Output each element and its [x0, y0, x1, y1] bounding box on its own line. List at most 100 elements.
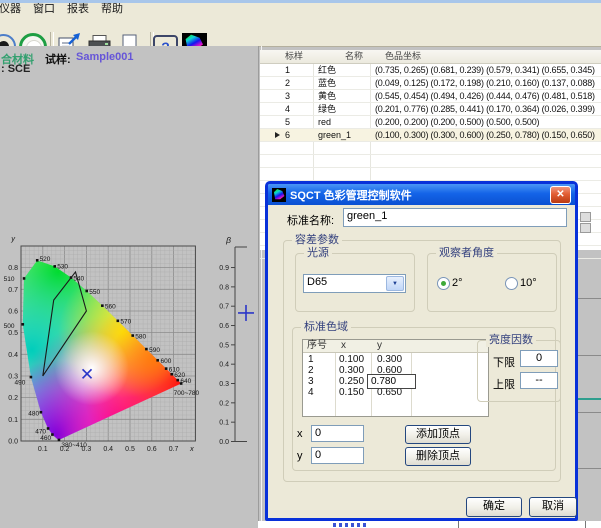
empty-row[interactable]	[260, 142, 601, 155]
observer-10deg-label: 10°	[520, 277, 537, 289]
empty-row[interactable]	[260, 155, 601, 168]
svg-text:0.5: 0.5	[125, 446, 135, 453]
info-bar: 合材料 试样: Sample001 : SCE	[0, 46, 258, 76]
standard-row-黄色[interactable]: 3 黄色 (0.545, 0.454) (0.494, 0.426) (0.444,…	[260, 90, 601, 103]
sqct-dialog: SQCT 色彩管理控制软件 ✕ 标准名称: green_1 容差参数 光源 D6…	[265, 181, 578, 521]
svg-text:590: 590	[149, 347, 160, 354]
gamut-vertex-table[interactable]: 序号 x y 10.1000.30020.3000.60030.25040.15…	[302, 339, 489, 417]
luminance-group-label: 亮度因数	[486, 334, 536, 347]
upper-limit-input[interactable]: --	[520, 372, 558, 389]
svg-text:0.4: 0.4	[8, 352, 18, 359]
sample-name: Sample001	[76, 51, 133, 63]
row-coords: (0.545, 0.454) (0.494, 0.426) (0.444, 0.…	[375, 90, 595, 102]
menu-item-report[interactable]: 报表	[61, 3, 95, 15]
gamut-cell: 0.300	[339, 365, 364, 376]
gamut-group-label: 标准色域	[301, 321, 351, 334]
svg-text:580: 580	[135, 333, 146, 340]
gamut-cell: 0.300	[377, 354, 402, 365]
mode-label: : SCE	[1, 63, 30, 75]
row-id: 6	[285, 129, 290, 141]
background-fragment	[580, 212, 591, 222]
gamut-row[interactable]: 10.1000.300	[303, 354, 488, 365]
dialog-title: SQCT 色彩管理控制软件	[290, 187, 412, 203]
vertex-x-input[interactable]: 0	[311, 425, 364, 442]
svg-text:570: 570	[120, 319, 131, 326]
gamut-cell: 0.250	[339, 376, 364, 387]
standards-table-header: 标样 名称 色品坐标	[260, 50, 601, 64]
gamut-cell: 4	[308, 387, 314, 398]
header-index: 序号	[307, 340, 327, 352]
svg-text:0.6: 0.6	[219, 323, 229, 330]
close-icon[interactable]: ✕	[550, 186, 571, 204]
header-name: 名称	[345, 50, 363, 63]
svg-text:520: 520	[40, 256, 51, 263]
svg-text:0.3: 0.3	[82, 446, 92, 453]
lower-limit-label: 下限	[493, 354, 515, 370]
observer-2deg-label: 2°	[452, 277, 463, 289]
svg-text:0.5: 0.5	[8, 330, 18, 337]
header-coords: 色品坐标	[385, 50, 421, 63]
light-source-select[interactable]: D65 ▼	[303, 274, 406, 293]
gamut-cell: 0.150	[339, 387, 364, 398]
standard-row-green_1[interactable]: 6green_1(0.100, 0.300) (0.300, 0.600) (0…	[260, 129, 601, 142]
svg-text:0.1: 0.1	[38, 446, 48, 453]
svg-text:0.1: 0.1	[8, 417, 18, 424]
gamut-cell: 2	[308, 365, 314, 376]
row-id: 3	[285, 90, 290, 102]
svg-text:600: 600	[161, 358, 172, 365]
row-coords: (0.735, 0.265) (0.681, 0.239) (0.579, 0.…	[375, 64, 595, 76]
row-name: 红色	[318, 64, 336, 76]
svg-text:0.7: 0.7	[219, 304, 229, 311]
row-name: 黄色	[318, 90, 336, 102]
ok-button[interactable]: 确定	[466, 497, 522, 517]
menu-item-help[interactable]: 帮助	[95, 3, 129, 15]
header-x: x	[341, 340, 346, 352]
lower-limit-input[interactable]: 0	[520, 350, 558, 367]
background-table-row	[258, 521, 601, 528]
row-id: 4	[285, 103, 290, 115]
row-name: 蓝色	[318, 77, 336, 89]
selected-row-marker	[275, 132, 280, 138]
svg-text:0.8: 0.8	[8, 265, 18, 272]
row-name: green_1	[318, 129, 351, 141]
delete-vertex-button[interactable]: 删除顶点	[405, 447, 471, 466]
svg-text:0.7: 0.7	[169, 446, 179, 453]
svg-text:y: y	[10, 234, 16, 243]
standard-row-红色[interactable]: 1红色(0.735, 0.265) (0.681, 0.239) (0.579,…	[260, 64, 601, 77]
observer-10deg-radio[interactable]	[505, 277, 518, 290]
svg-text:0.4: 0.4	[219, 362, 229, 369]
svg-text:480: 480	[28, 411, 39, 418]
cancel-button[interactable]: 取消	[529, 497, 577, 517]
svg-text:0.7: 0.7	[8, 287, 18, 294]
svg-text:540: 540	[73, 275, 84, 282]
vertex-y-edit-input[interactable]: 0.780	[367, 374, 416, 389]
chevron-down-icon[interactable]: ▼	[386, 276, 404, 291]
observer-2deg-radio[interactable]	[437, 277, 450, 290]
dialog-title-icon	[272, 188, 286, 202]
background-grid-sliver	[578, 250, 601, 521]
standard-row-蓝色[interactable]: 2蓝色(0.049, 0.125) (0.172, 0.198) (0.210,…	[260, 77, 601, 90]
vertex-y-label: y	[297, 450, 303, 462]
menu-item-instrument[interactable]: 仪器	[0, 3, 27, 15]
svg-text:460: 460	[40, 435, 51, 442]
svg-text:0.0: 0.0	[8, 439, 18, 446]
add-vertex-button[interactable]: 添加顶点	[405, 425, 471, 444]
svg-text:0.6: 0.6	[147, 446, 157, 453]
vertex-x-label: x	[297, 428, 303, 440]
standard-name-input[interactable]: green_1	[343, 208, 567, 227]
menu-item-window[interactable]: 窗口	[27, 3, 61, 15]
standard-row-绿色[interactable]: 4绿色(0.201, 0.776) (0.285, 0.441) (0.170,…	[260, 103, 601, 116]
row-id: 5	[285, 116, 290, 128]
chromaticity-chart: 520530540550560570580590600610620640700~…	[0, 230, 258, 478]
row-id: 2	[285, 77, 290, 89]
light-source-value: D65	[307, 276, 327, 288]
standard-row-red[interactable]: 5red(0.200, 0.200) (0.200, 0.500) (0.500…	[260, 116, 601, 129]
svg-text:0.3: 0.3	[219, 381, 229, 388]
sample-label: 试样:	[45, 51, 71, 67]
svg-text:0.2: 0.2	[219, 400, 229, 407]
dialog-title-bar[interactable]: SQCT 色彩管理控制软件 ✕	[268, 184, 575, 205]
empty-row[interactable]	[260, 168, 601, 181]
partial-blue-text	[333, 523, 367, 527]
row-coords: (0.200, 0.200) (0.200, 0.500) (0.500, 0.…	[375, 116, 539, 128]
vertex-y-input[interactable]: 0	[311, 447, 364, 464]
